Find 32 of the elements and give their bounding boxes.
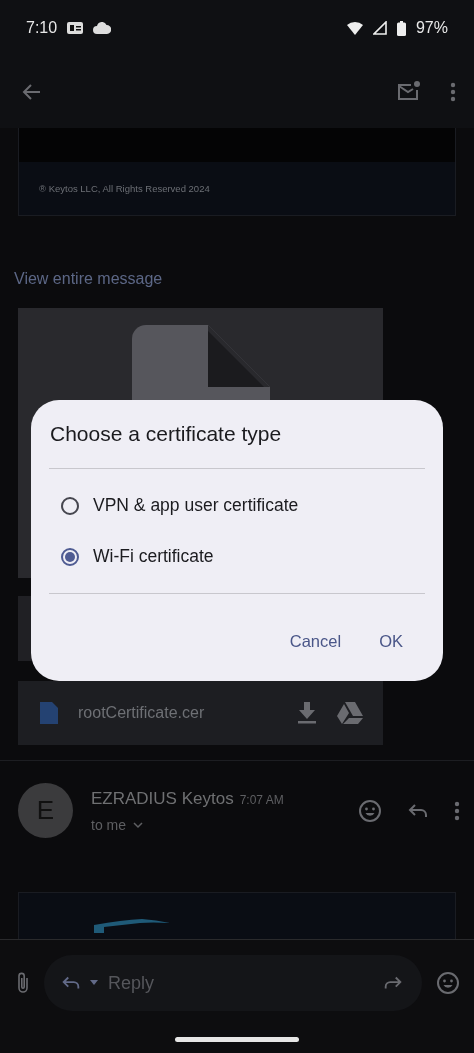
sender-name: EZRADIUS Keytos (91, 788, 234, 809)
file-name: rootCertificate.cer (78, 704, 206, 722)
wifi-icon (346, 21, 363, 35)
reply-field[interactable]: Reply (44, 955, 422, 1011)
dialog-title: Choose a certificate type (50, 422, 283, 447)
battery-icon (396, 20, 406, 36)
view-message-link[interactable]: View entire message (14, 270, 163, 288)
radio-option[interactable]: VPN & app user certificate (49, 483, 425, 528)
dialog-button[interactable]: OK (367, 624, 415, 659)
more-icon[interactable] (450, 80, 456, 104)
message-time: 7:07 AM (239, 792, 284, 807)
attachment-card[interactable]: rootCertificate.cer (18, 681, 383, 745)
status-time: 7:10 (26, 19, 58, 37)
download-icon[interactable] (297, 702, 317, 724)
radio-icon[interactable] (61, 547, 79, 566)
radio-icon[interactable] (61, 496, 79, 515)
recipient-text: to me (91, 816, 126, 833)
chevron-down-icon[interactable] (132, 820, 144, 829)
cloud-icon (93, 22, 112, 34)
news-icon (67, 21, 84, 35)
battery-percent: 97% (415, 19, 448, 37)
dialog-button[interactable]: Cancel (277, 624, 354, 659)
dropdown-icon (88, 979, 100, 987)
signal-icon (372, 21, 387, 35)
attach-icon[interactable] (16, 971, 30, 995)
emoji-icon[interactable] (436, 971, 460, 995)
emoji-icon[interactable] (358, 798, 382, 823)
drive-icon[interactable] (337, 702, 363, 724)
radio-option[interactable]: Wi-Fi certificate (49, 534, 425, 579)
file-icon (40, 702, 58, 724)
reply-input[interactable]: Reply (106, 971, 376, 995)
copyright-text: ® Keytos LLC, All Rights Reserved 2024 (39, 183, 210, 194)
